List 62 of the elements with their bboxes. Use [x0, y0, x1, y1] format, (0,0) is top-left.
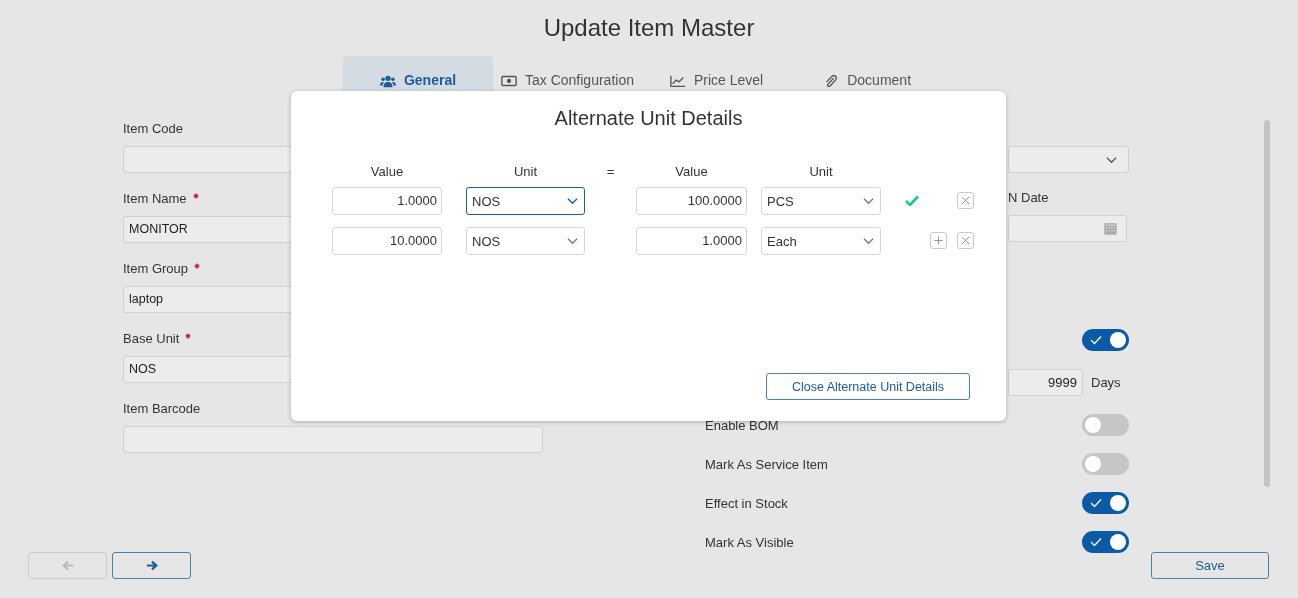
toggle-switch[interactable] [1082, 531, 1129, 553]
column-header: Value [369, 164, 405, 179]
toggle-label: Effect in Stock [705, 495, 788, 511]
chevron-down-icon [567, 197, 578, 205]
field-label: Base Unit [123, 330, 180, 348]
unit-dropdown[interactable]: Each [761, 227, 881, 255]
toggle-switch[interactable] [1082, 414, 1129, 436]
field-label: Item Code [123, 120, 183, 138]
field-label: Item Barcode [123, 400, 201, 418]
paperclip-icon [823, 74, 840, 88]
unit-label: Days [1091, 375, 1121, 390]
scrollbar-thumb[interactable] [1264, 120, 1270, 487]
unit-dropdown[interactable]: NOS [466, 227, 585, 255]
toggle-switch[interactable] [1082, 492, 1129, 514]
toggle-label: Enable BOM [705, 417, 779, 433]
field-label: Item Name [123, 190, 187, 208]
arrow-left-icon [61, 560, 74, 571]
unit-dropdown[interactable]: PCS [761, 187, 881, 215]
add-button[interactable] [930, 232, 947, 249]
column-header: Unit [808, 164, 834, 179]
value-field[interactable]: 10.0000 [332, 227, 442, 255]
remove-button[interactable] [957, 192, 974, 209]
column-header: Value [674, 164, 709, 179]
date-field[interactable] [1008, 215, 1127, 242]
close-icon [961, 196, 970, 205]
dialog-title: Alternate Unit Details [553, 106, 744, 131]
close-icon [961, 236, 970, 245]
arrow-right-icon [145, 560, 158, 571]
calendar-icon [1104, 222, 1117, 235]
check-icon [1090, 537, 1102, 547]
check-icon [1090, 498, 1102, 508]
line-chart-icon [669, 74, 686, 88]
check-icon [905, 195, 919, 206]
check-icon [1090, 335, 1102, 345]
value-field[interactable]: 100.0000 [636, 187, 747, 215]
toggle-switch[interactable] [1082, 329, 1129, 351]
unit-dropdown[interactable]: NOS [466, 187, 585, 215]
toggle-switch[interactable] [1082, 453, 1129, 475]
page-title: Update Item Master [542, 13, 756, 43]
next-button[interactable] [112, 552, 191, 579]
chevron-down-icon [863, 197, 874, 205]
dropdown-field[interactable] [1008, 146, 1129, 173]
users-icon [379, 74, 396, 88]
toggle-label: Mark As Visible [705, 534, 794, 550]
chevron-down-icon [863, 237, 874, 245]
toggle-label: Mark As Service Item [705, 456, 828, 472]
plus-icon [934, 236, 943, 245]
banknote-icon [501, 74, 517, 88]
value-field[interactable]: 1.0000 [636, 227, 747, 255]
field-label: Item Group [123, 260, 189, 278]
chevron-down-icon [567, 237, 578, 245]
value-field[interactable]: 1.0000 [332, 187, 442, 215]
remove-button[interactable] [957, 232, 974, 249]
input-field[interactable] [123, 426, 543, 453]
save-button[interactable]: Save [1151, 552, 1269, 579]
field-label: N Date [1008, 189, 1050, 207]
days-field[interactable]: 9999 [1008, 369, 1083, 396]
column-header: Unit [512, 164, 539, 179]
close-dialog-button[interactable]: Close Alternate Unit Details [766, 373, 970, 400]
chevron-down-icon [1106, 155, 1117, 164]
tab[interactable]: Document [823, 56, 912, 120]
column-header: = [605, 164, 616, 179]
